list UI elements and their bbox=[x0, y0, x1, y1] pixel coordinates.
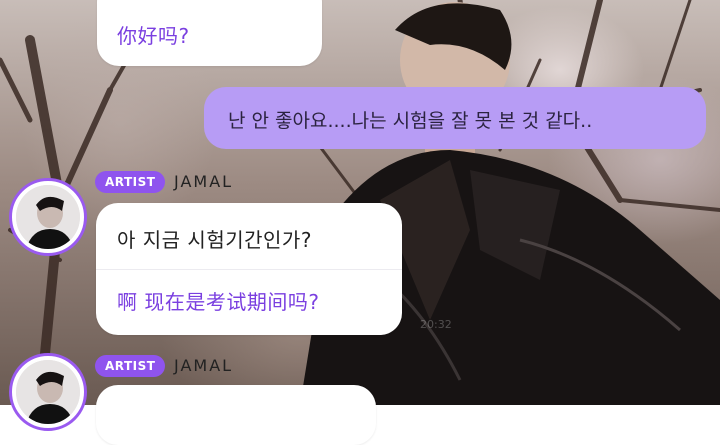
artist-avatar[interactable] bbox=[9, 353, 87, 431]
avatar-photo-icon bbox=[16, 185, 80, 249]
artist-badge: ARTIST bbox=[95, 171, 166, 193]
artist-message-bubble bbox=[96, 385, 376, 445]
avatar-photo-icon bbox=[16, 360, 80, 424]
translation-divider bbox=[96, 269, 402, 270]
message-text-korean: 아 지금 시험기간인가? bbox=[117, 228, 312, 252]
message-text: 난 안 좋아요....나는 시험을 잘 못 본 것 같다.. bbox=[228, 110, 593, 132]
timestamp-watermark: 20:32 bbox=[420, 318, 452, 331]
message-text: 你好吗? bbox=[117, 24, 190, 48]
outgoing-message-bubble: 난 안 좋아요....나는 시험을 잘 못 본 것 같다.. bbox=[204, 87, 706, 149]
artist-message-bubble: 아 지금 시험기간인가? 啊 现在是考试期间吗? bbox=[96, 203, 402, 335]
sender-name[interactable]: JAMAL bbox=[174, 172, 233, 191]
artist-badge: ARTIST bbox=[95, 355, 166, 377]
message-translation: 啊 现在是考试期间吗? bbox=[117, 290, 320, 314]
artist-avatar[interactable] bbox=[9, 178, 87, 256]
incoming-message-bubble: 你好吗? bbox=[97, 0, 322, 66]
sender-name[interactable]: JAMAL bbox=[174, 356, 233, 375]
